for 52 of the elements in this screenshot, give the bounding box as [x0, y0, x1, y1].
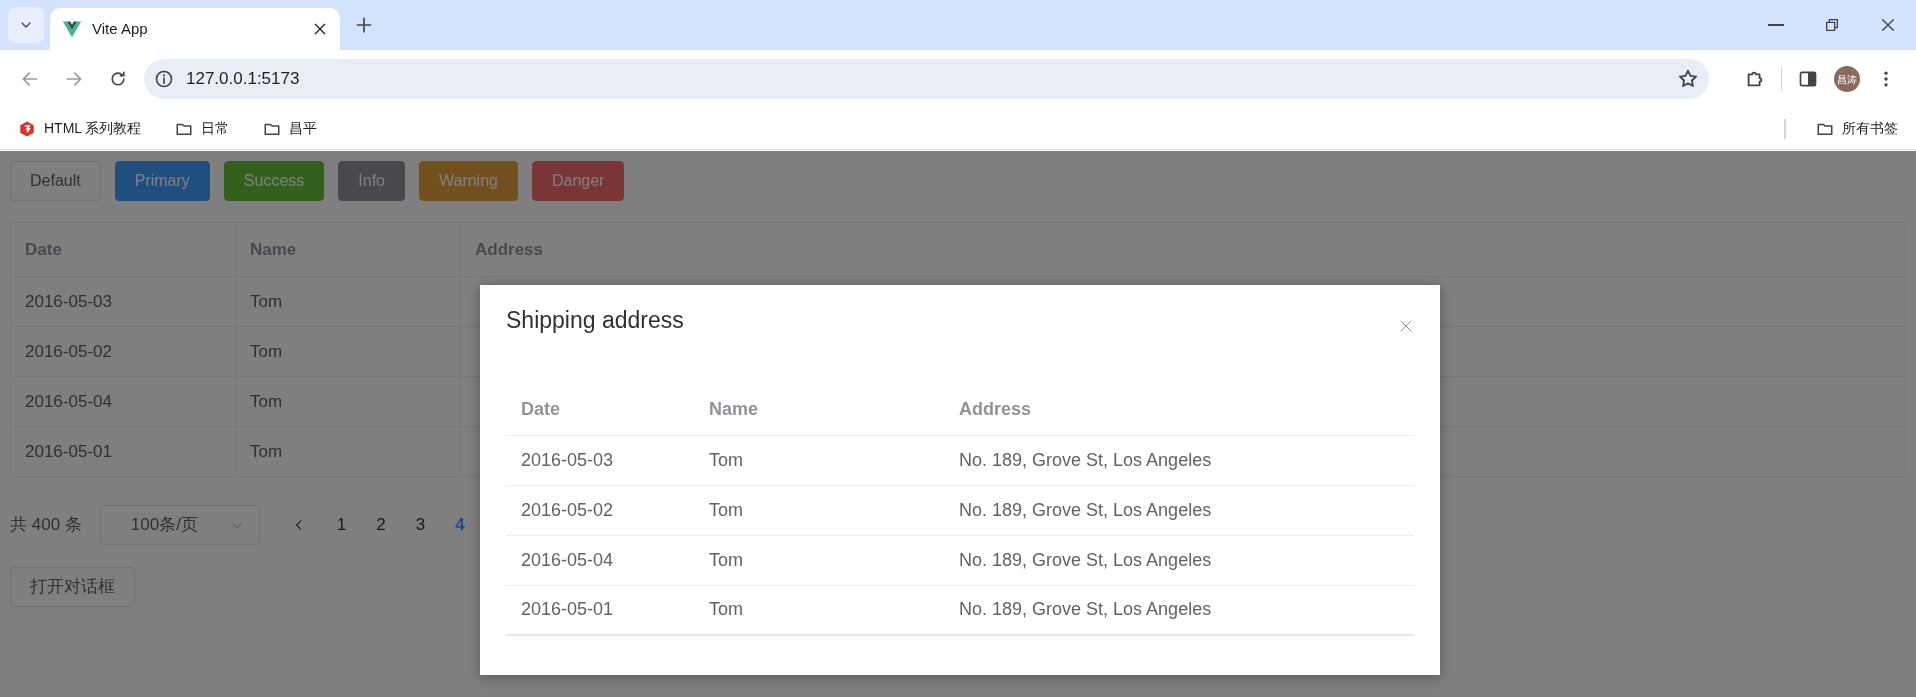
- bookmark[interactable]: HTML 系列教程: [14, 116, 146, 141]
- table-cell: 2016-05-02: [25, 341, 112, 361]
- table-cell: No. 189, Grove St, Los Angeles: [959, 499, 1212, 520]
- column-header: Date: [506, 385, 694, 435]
- url-text: 127.0.0.1:5173: [186, 68, 301, 91]
- table-cell: No. 189, Grove St, Los Angeles: [959, 449, 1212, 470]
- bookmark[interactable]: 日常: [171, 116, 234, 141]
- table-cell: Tom: [250, 391, 283, 411]
- table-cell: No. 189, Grove St, Los Angeles: [959, 549, 1212, 570]
- table-cell: 2016-05-04: [25, 391, 112, 411]
- bookmark[interactable]: 所有书签: [1812, 116, 1902, 141]
- table-cell: 2016-05-03: [25, 291, 112, 311]
- address-bar[interactable]: 127.0.0.1:5173: [144, 59, 1709, 99]
- close-icon[interactable]: [312, 21, 328, 37]
- open-dialog-button[interactable]: 打开对话框: [10, 567, 135, 607]
- page-number[interactable]: 2: [363, 512, 399, 538]
- close-icon: [1880, 17, 1896, 33]
- column-header: Address: [944, 385, 1414, 435]
- table-cell: 2016-05-04: [521, 549, 614, 570]
- table-cell: Tom: [709, 499, 743, 520]
- table-cell: 2016-05-01: [25, 441, 112, 461]
- table-cell: 2016-05-01: [521, 599, 614, 620]
- forward-arrow-icon[interactable]: [64, 69, 84, 89]
- table-cell: No. 189, Grove St, Los Angeles: [959, 599, 1212, 620]
- sidebar-icon[interactable]: [1798, 69, 1818, 89]
- bookmark[interactable]: 昌平: [259, 116, 322, 141]
- table-cell: Tom: [250, 441, 283, 461]
- minimize-icon: [1768, 24, 1784, 26]
- table-cell: 2016-05-03: [521, 449, 614, 470]
- dialog-title: Shipping address: [506, 307, 684, 335]
- column-header: Name: [694, 385, 944, 435]
- table-cell: 2016-05-02: [521, 499, 614, 520]
- reload-icon[interactable]: [108, 69, 128, 89]
- table-cell: Tom: [709, 599, 743, 620]
- table-cell: Tom: [709, 549, 743, 570]
- site-icon: [18, 119, 36, 138]
- table-cell: Tom: [709, 449, 743, 470]
- info-icon: [154, 69, 174, 89]
- total-count: 共 400 条: [10, 514, 82, 537]
- table-cell: Tom: [250, 341, 283, 361]
- star-icon[interactable]: [1677, 68, 1699, 90]
- tab-title: Vite App: [92, 18, 149, 39]
- logo-icon: [62, 19, 82, 39]
- back-arrow-icon[interactable]: [20, 69, 40, 89]
- avatar[interactable]: 昌涛: [1834, 66, 1860, 92]
- table-cell: Tom: [250, 291, 283, 311]
- page-number[interactable]: 3: [402, 512, 439, 538]
- browser-tab[interactable]: Vite App: [50, 8, 340, 50]
- restore-icon: [1824, 17, 1840, 33]
- page-number[interactable]: 1: [323, 512, 360, 538]
- page-size-select[interactable]: 100条/页: [99, 505, 260, 545]
- button[interactable]: Default: [10, 161, 101, 201]
